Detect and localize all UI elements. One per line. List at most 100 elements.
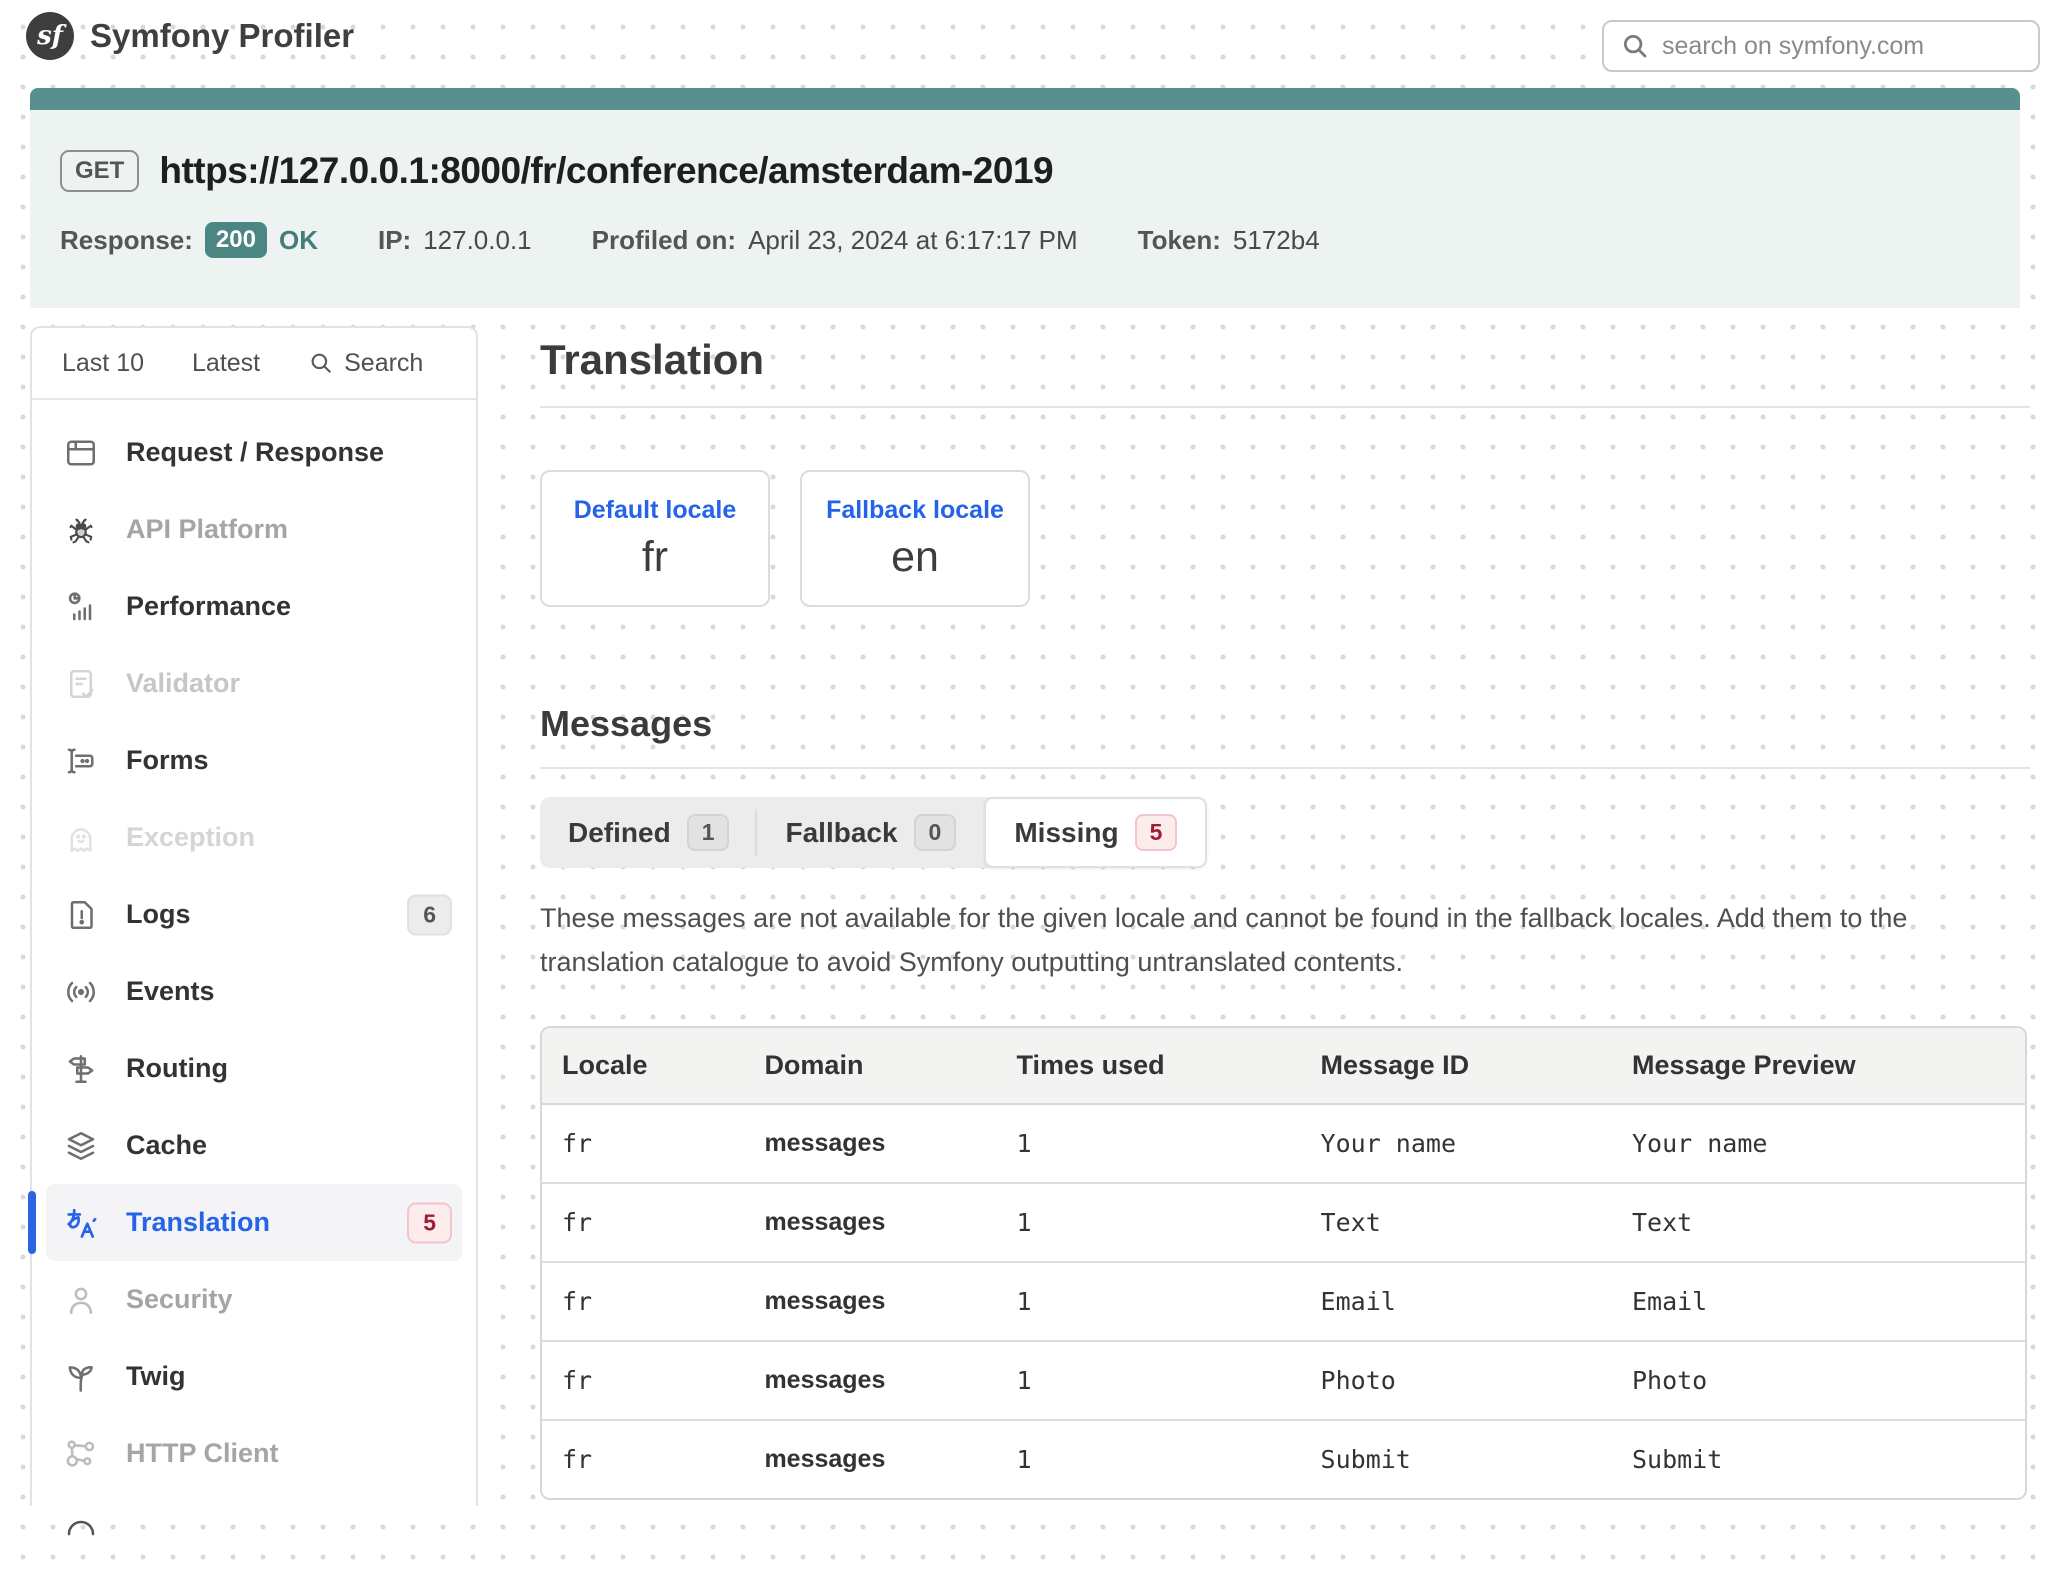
cell-locale: fr bbox=[542, 1342, 764, 1421]
sidebar-item-events[interactable]: Events bbox=[46, 953, 462, 1030]
sidebar-item-security[interactable]: Security bbox=[46, 1261, 462, 1338]
sidebar-item-twig[interactable]: Twig bbox=[46, 1338, 462, 1415]
sidebar-item-validator[interactable]: Validator bbox=[46, 645, 462, 722]
tab-defined-label: Defined bbox=[568, 817, 671, 849]
sidebar-item-translation[interactable]: Translation 5 bbox=[46, 1184, 462, 1261]
default-locale-value: fr bbox=[642, 533, 668, 582]
sidebar-item-api-platform[interactable]: API Platform bbox=[46, 491, 462, 568]
messages-tabbar: Defined 1 Fallback 0 Missing 5 bbox=[540, 797, 1207, 868]
cell-domain: messages bbox=[764, 1105, 1016, 1184]
cell-locale: fr bbox=[542, 1263, 764, 1342]
table-row: fr messages 1 Submit Submit bbox=[542, 1421, 2025, 1498]
cell-times-used: 1 bbox=[1017, 1105, 1321, 1184]
table-header-row: Locale Domain Times used Message ID Mess… bbox=[542, 1028, 2025, 1105]
missing-messages-description: These messages are not available for the… bbox=[540, 896, 2030, 984]
tab-defined[interactable]: Defined 1 bbox=[540, 797, 757, 868]
cell-message-preview: Text bbox=[1632, 1184, 2025, 1263]
cell-times-used: 1 bbox=[1017, 1184, 1321, 1263]
cell-domain: messages bbox=[764, 1421, 1016, 1498]
tab-missing[interactable]: Missing 5 bbox=[984, 797, 1207, 868]
section-divider bbox=[540, 767, 2030, 769]
cell-times-used: 1 bbox=[1017, 1421, 1321, 1498]
tab-missing-count: 5 bbox=[1135, 814, 1178, 851]
sidebar-item-cache[interactable]: Cache bbox=[46, 1107, 462, 1184]
sidebar-item-partial[interactable] bbox=[46, 1492, 462, 1569]
cell-locale: fr bbox=[542, 1184, 764, 1263]
tab-fallback-count: 0 bbox=[914, 814, 957, 851]
tab-search[interactable]: Search bbox=[308, 349, 423, 378]
table-row: fr messages 1 Your name Your name bbox=[542, 1105, 2025, 1184]
profiled-info: Profiled on: April 23, 2024 at 6:17:17 P… bbox=[592, 225, 1078, 256]
sidebar-item-label: Translation bbox=[126, 1207, 270, 1238]
sidebar-item-label: Logs bbox=[126, 899, 191, 930]
tab-fallback[interactable]: Fallback 0 bbox=[757, 797, 984, 868]
sidebar-item-label: Cache bbox=[126, 1130, 207, 1161]
profiled-label: Profiled on: bbox=[592, 225, 736, 256]
sidebar-item-http-client[interactable]: HTTP Client bbox=[46, 1415, 462, 1492]
sidebar-item-label: Routing bbox=[126, 1053, 228, 1084]
response-label: Response: bbox=[60, 225, 193, 256]
col-locale: Locale bbox=[542, 1028, 764, 1105]
sidebar-item-request-response[interactable]: Request / Response bbox=[46, 414, 462, 491]
table-row: fr messages 1 Text Text bbox=[542, 1184, 2025, 1263]
col-message-preview: Message Preview bbox=[1632, 1028, 2025, 1105]
sidebar-item-performance[interactable]: Performance bbox=[46, 568, 462, 645]
sidebar-item-routing[interactable]: Routing bbox=[46, 1030, 462, 1107]
translation-panel: Translation Default locale fr Fallback l… bbox=[540, 326, 2030, 1500]
cell-locale: fr bbox=[542, 1421, 764, 1498]
ip-label: IP: bbox=[378, 225, 411, 256]
cell-domain: messages bbox=[764, 1184, 1016, 1263]
sidebar-item-label: Validator bbox=[126, 668, 240, 699]
section-divider bbox=[540, 406, 2030, 408]
response-status: Response: 200 OK bbox=[60, 222, 318, 258]
sidebar-item-label: Forms bbox=[126, 745, 209, 776]
sidebar-item-label: API Platform bbox=[126, 514, 288, 545]
tab-defined-count: 1 bbox=[687, 814, 730, 851]
request-url: https://127.0.0.1:8000/fr/conference/ams… bbox=[159, 150, 1053, 192]
person-icon bbox=[62, 1281, 100, 1319]
token-info: Token: 5172b4 bbox=[1138, 225, 1320, 256]
panel-title: Translation bbox=[540, 336, 2030, 384]
http-method-badge: GET bbox=[60, 150, 139, 192]
tab-missing-label: Missing bbox=[1014, 817, 1118, 849]
sidebar-menu: Request / Response API Platform bbox=[32, 400, 476, 1569]
cell-message-preview: Email bbox=[1632, 1263, 2025, 1342]
brand: sf Symfony Profiler bbox=[26, 12, 354, 60]
page-title: Symfony Profiler bbox=[90, 17, 354, 55]
status-text: OK bbox=[279, 225, 318, 256]
ip-value: 127.0.0.1 bbox=[423, 225, 531, 256]
search-input[interactable] bbox=[1662, 32, 2022, 61]
ip-info: IP: 127.0.0.1 bbox=[378, 225, 532, 256]
tab-last-10[interactable]: Last 10 bbox=[62, 349, 144, 378]
cell-locale: fr bbox=[542, 1105, 764, 1184]
tab-latest-label: Latest bbox=[192, 349, 260, 378]
profiled-value: April 23, 2024 at 6:17:17 PM bbox=[748, 225, 1078, 256]
search-icon bbox=[308, 350, 334, 376]
cell-message-preview: Submit bbox=[1632, 1421, 2025, 1498]
fallback-locale-card: Fallback locale en bbox=[800, 470, 1030, 607]
sidebar-item-exception[interactable]: Exception bbox=[46, 799, 462, 876]
mailer-icon bbox=[62, 1512, 100, 1550]
locale-cards: Default locale fr Fallback locale en bbox=[540, 470, 2030, 607]
browser-window-icon bbox=[62, 434, 100, 472]
cell-times-used: 1 bbox=[1017, 1342, 1321, 1421]
tab-last-10-label: Last 10 bbox=[62, 349, 144, 378]
sidebar-item-label: Security bbox=[126, 1284, 233, 1315]
translate-icon bbox=[62, 1204, 100, 1242]
cell-message-preview: Your name bbox=[1632, 1105, 2025, 1184]
cell-times-used: 1 bbox=[1017, 1263, 1321, 1342]
sidebar-item-logs[interactable]: Logs 6 bbox=[46, 876, 462, 953]
col-domain: Domain bbox=[764, 1028, 1016, 1105]
sidebar-item-label: Exception bbox=[126, 822, 255, 853]
form-input-icon bbox=[62, 742, 100, 780]
sidebar-item-label: Request / Response bbox=[126, 437, 384, 468]
site-search[interactable] bbox=[1602, 20, 2040, 72]
tab-latest[interactable]: Latest bbox=[192, 349, 260, 378]
tab-fallback-label: Fallback bbox=[785, 817, 897, 849]
messages-title: Messages bbox=[540, 703, 2030, 745]
cell-message-id: Your name bbox=[1321, 1105, 1632, 1184]
sidebar-item-forms[interactable]: Forms bbox=[46, 722, 462, 799]
cell-message-id: Text bbox=[1321, 1184, 1632, 1263]
profiler-sidebar: Last 10 Latest Search Request / Response bbox=[30, 326, 478, 1506]
default-locale-card: Default locale fr bbox=[540, 470, 770, 607]
